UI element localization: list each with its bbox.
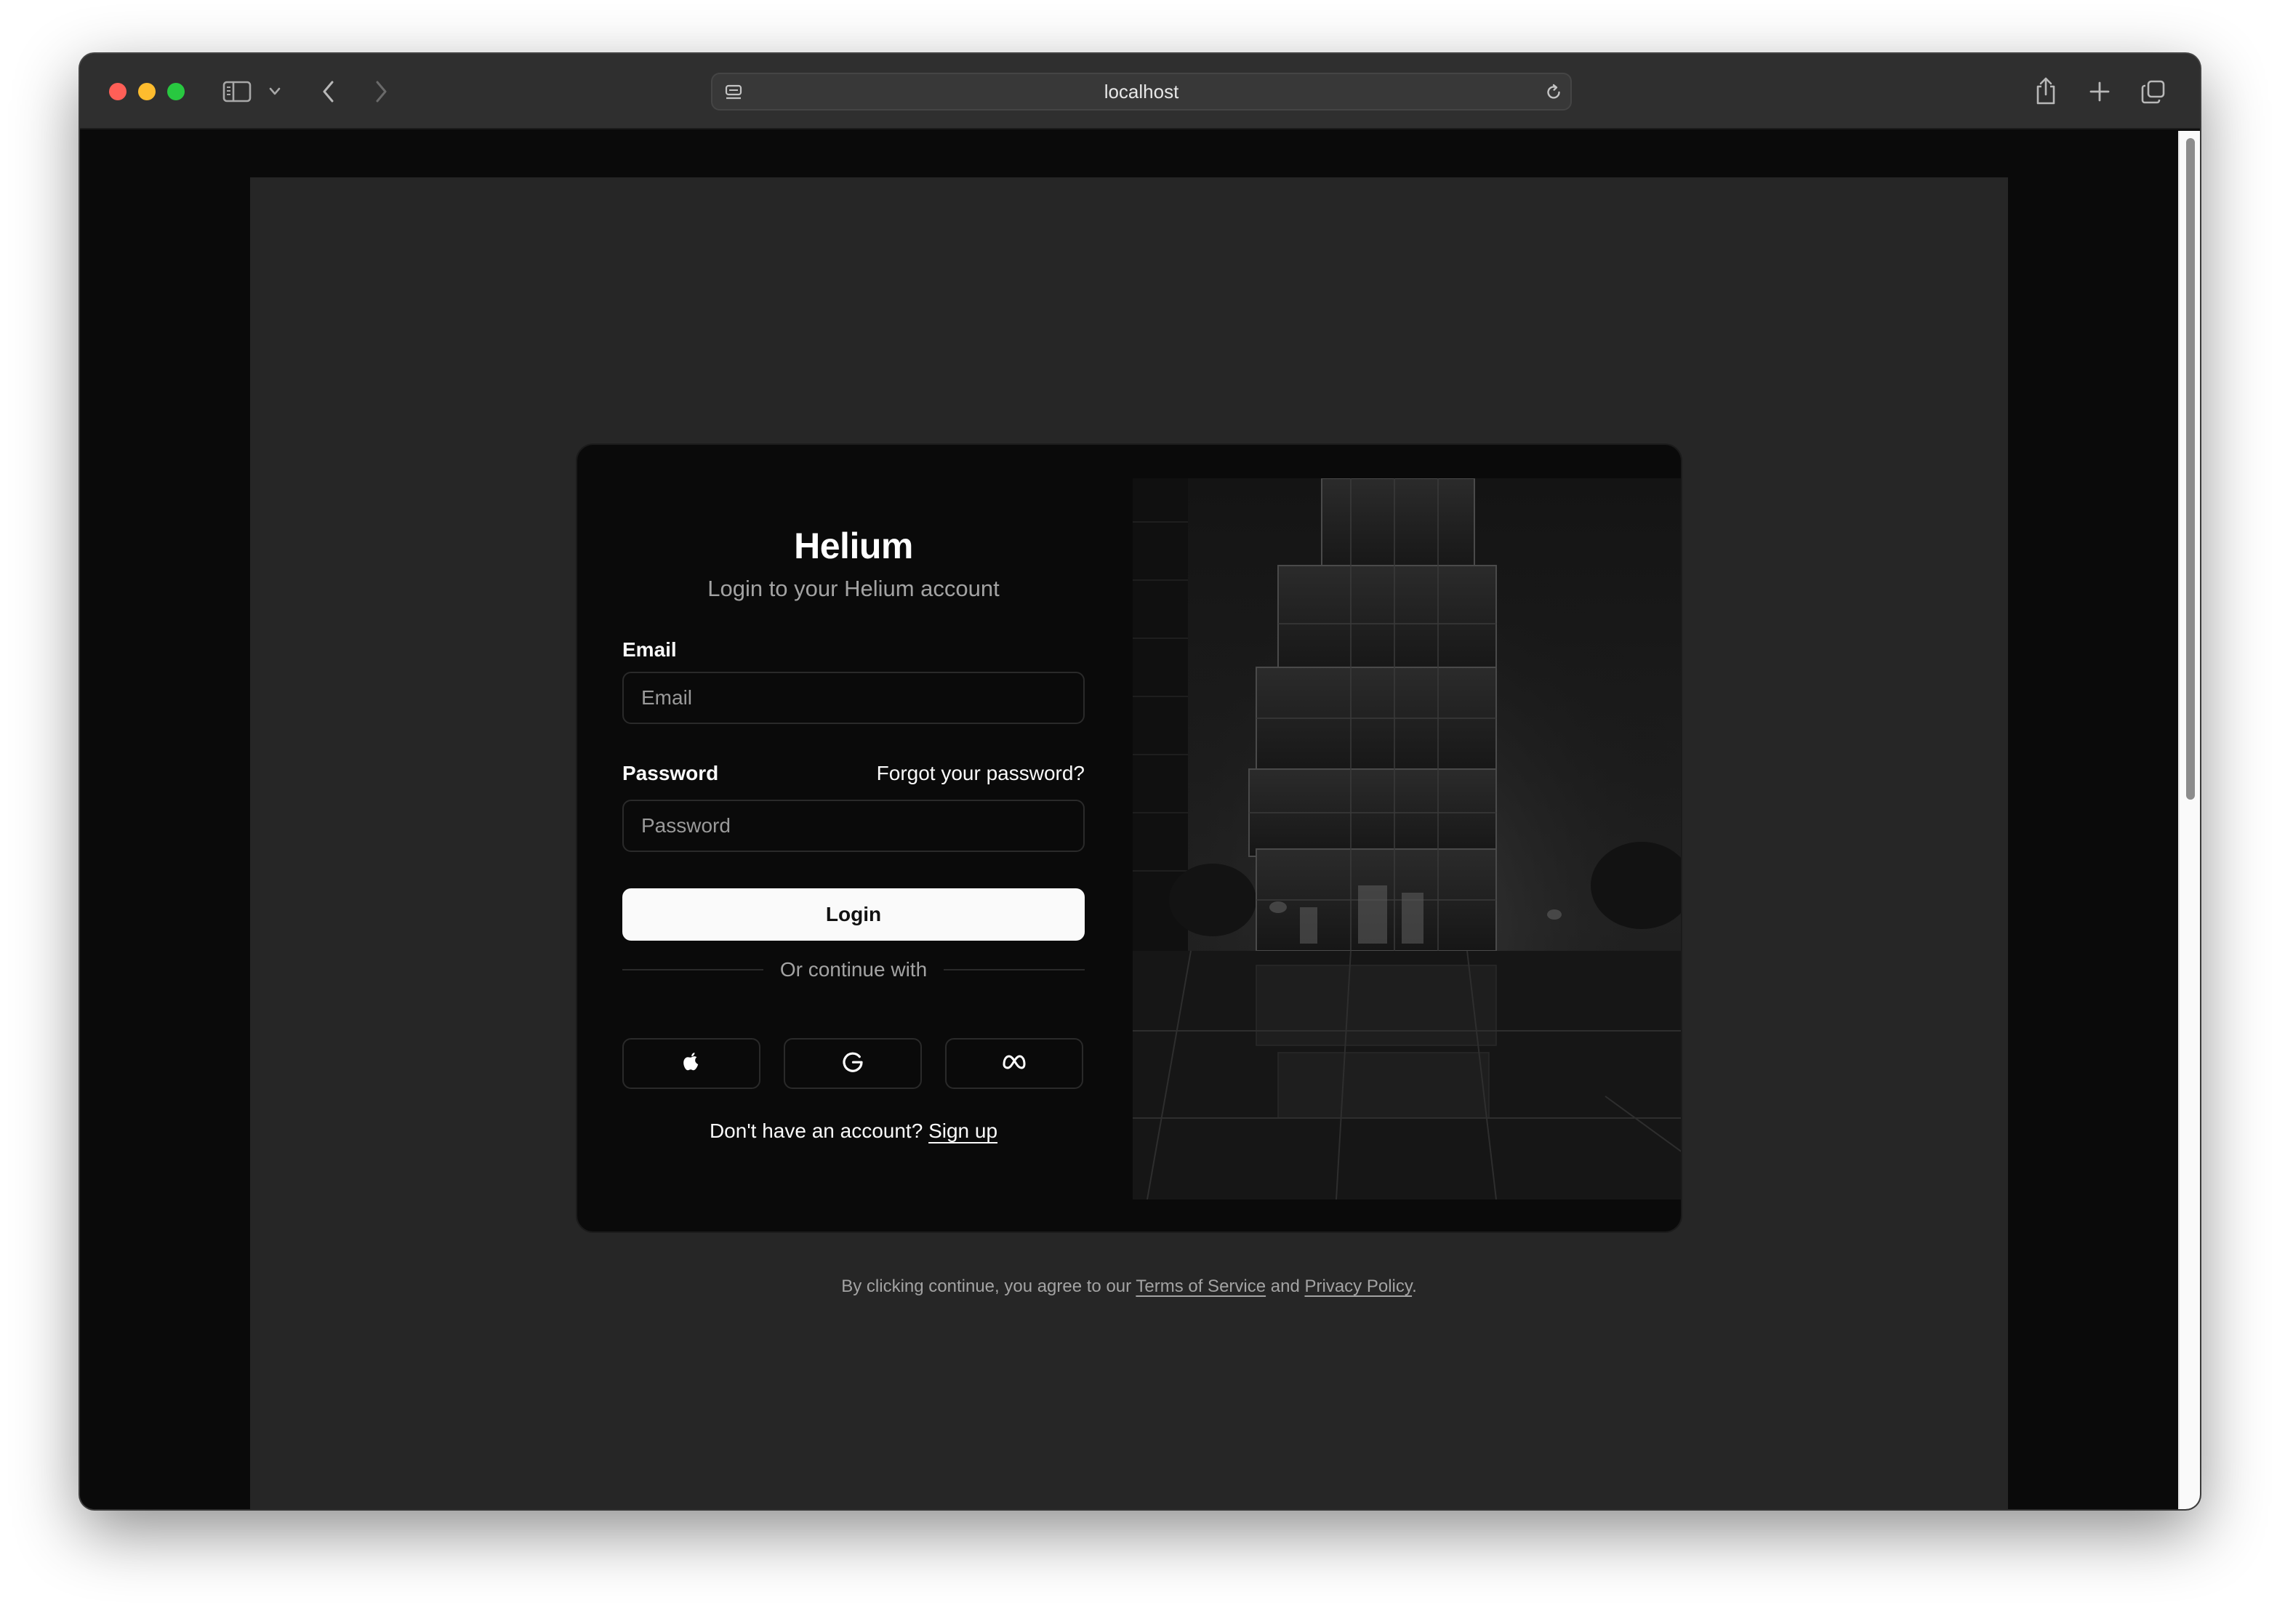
meta-icon <box>1001 1054 1027 1074</box>
new-tab-icon[interactable] <box>2085 77 2114 106</box>
divider-text: Or continue with <box>766 958 941 981</box>
signup-prompt: Don't have an account? <box>709 1119 923 1142</box>
apple-login-button[interactable] <box>622 1038 760 1089</box>
url-text: localhost <box>1104 80 1179 102</box>
email-label: Email <box>622 638 677 661</box>
login-subtitle: Login to your Helium account <box>707 576 1000 601</box>
close-window-button[interactable] <box>109 83 127 100</box>
apple-icon <box>681 1050 702 1077</box>
chevron-down-icon[interactable] <box>266 83 284 100</box>
back-arrow-icon[interactable] <box>314 77 343 106</box>
google-icon <box>841 1050 864 1077</box>
zoom-window-button[interactable] <box>167 83 185 100</box>
footer-suffix: . <box>1412 1277 1417 1296</box>
minimize-window-button[interactable] <box>138 83 156 100</box>
login-card: Helium Login to your Helium account Emai… <box>576 443 1682 1233</box>
address-bar[interactable]: localhost <box>711 73 1572 110</box>
browser-toolbar: localhost <box>80 54 2200 129</box>
forgot-password-link[interactable]: Forgot your password? <box>877 762 1085 785</box>
legal-footer: By clicking continue, you agree to our T… <box>250 1277 2008 1297</box>
scrollbar[interactable] <box>2178 131 2200 1509</box>
app-title: Helium <box>794 526 913 566</box>
email-field[interactable] <box>622 672 1085 724</box>
login-button[interactable]: Login <box>622 888 1085 941</box>
privacy-policy-link[interactable]: Privacy Policy <box>1304 1277 1412 1296</box>
footer-and: and <box>1270 1277 1300 1296</box>
divider: Or continue with <box>622 948 1085 992</box>
page-container: Helium Login to your Helium account Emai… <box>250 177 2008 1509</box>
forward-arrow-icon[interactable] <box>366 77 395 106</box>
scrollbar-thumb[interactable] <box>2186 138 2195 800</box>
signup-row: Don't have an account? Sign up <box>622 1119 1085 1143</box>
meta-login-button[interactable] <box>945 1038 1083 1089</box>
reload-icon[interactable] <box>1543 81 1565 103</box>
building-image <box>1133 478 1681 1199</box>
browser-viewport: Helium Login to your Helium account Emai… <box>80 131 2200 1509</box>
share-icon[interactable] <box>2031 74 2060 108</box>
login-form: Helium Login to your Helium account Emai… <box>622 445 1085 1231</box>
password-label: Password <box>622 762 719 784</box>
google-login-button[interactable] <box>784 1038 922 1089</box>
password-field[interactable] <box>622 800 1085 852</box>
terms-of-service-link[interactable]: Terms of Service <box>1136 1277 1266 1296</box>
tab-overview-icon[interactable] <box>2139 77 2168 106</box>
browser-window: localhost Helium Login to your Helium ac… <box>80 54 2200 1509</box>
signup-link[interactable]: Sign up <box>928 1119 997 1142</box>
footer-prefix: By clicking continue, you agree to our <box>841 1277 1132 1296</box>
sidebar-toggle-icon[interactable] <box>221 79 253 105</box>
